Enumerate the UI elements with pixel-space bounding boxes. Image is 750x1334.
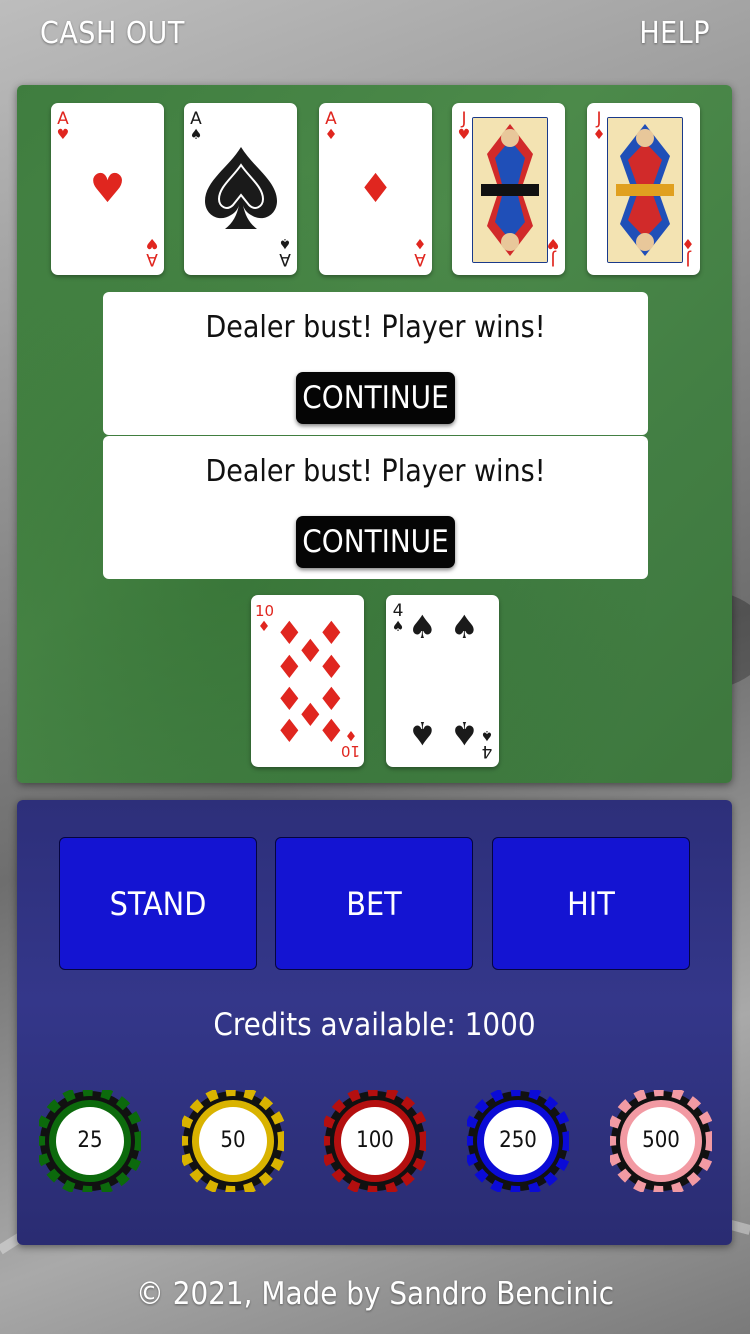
game-table: A ♥ ♥ A ♥ A ♠ A ♠ A ♦ ♦ A ♦ J ♥ J ♥ J ♦ … <box>17 85 732 783</box>
chip-value: 250 <box>484 1107 552 1175</box>
result-dialog-2: Dealer bust! Player wins! CONTINUE <box>103 436 648 579</box>
help-link[interactable]: HELP <box>639 16 710 51</box>
bet-button[interactable]: BET <box>275 837 473 970</box>
chip-value: 500 <box>627 1107 695 1175</box>
result-message: Dealer bust! Player wins! <box>205 454 546 489</box>
credits-available: Credits available: 1000 <box>213 1007 536 1043</box>
dealer-card-2: A ♠ A ♠ <box>184 103 297 275</box>
dealer-card-4: J ♥ J ♥ <box>452 103 565 275</box>
control-panel: STAND BET HIT Credits available: 1000 25… <box>17 800 732 1245</box>
result-message: Dealer bust! Player wins! <box>205 310 546 345</box>
chip-50[interactable]: 50 <box>178 1086 288 1196</box>
chip-250[interactable]: 250 <box>463 1086 573 1196</box>
continue-button[interactable]: CONTINUE <box>296 516 455 568</box>
player-card-2: 4 ♠ ♠ ♠ ♠ ♠ 4 ♠ <box>386 595 499 767</box>
dealer-card-1: A ♥ ♥ A ♥ <box>51 103 164 275</box>
continue-button[interactable]: CONTINUE <box>296 372 455 424</box>
stand-button[interactable]: STAND <box>59 837 257 970</box>
chip-500[interactable]: 500 <box>606 1086 716 1196</box>
chip-value: 100 <box>341 1107 409 1175</box>
top-bar: CASH OUT HELP <box>0 0 750 78</box>
chip-100[interactable]: 100 <box>320 1086 430 1196</box>
footer-credit: © 2021, Made by Sandro Bencinic <box>135 1276 615 1312</box>
chip-25[interactable]: 25 <box>35 1086 145 1196</box>
player-card-1: 10 ♦ ♦ ♦ ♦ ♦ ♦ ♦ ♦ ♦ ♦ ♦ 10 ♦ <box>251 595 364 767</box>
chip-value: 25 <box>56 1107 124 1175</box>
heart-icon: ♥ <box>89 166 126 212</box>
chip-value: 50 <box>199 1107 267 1175</box>
cash-out-link[interactable]: CASH OUT <box>40 16 185 51</box>
jack-face-art <box>472 117 548 263</box>
result-dialog-1: Dealer bust! Player wins! CONTINUE <box>103 292 648 435</box>
spade-icon <box>205 147 277 229</box>
diamond-icon: ♦ <box>357 166 394 212</box>
dealer-card-3: A ♦ ♦ A ♦ <box>319 103 432 275</box>
hit-button[interactable]: HIT <box>492 837 690 970</box>
dealer-card-5: J ♦ J ♦ <box>587 103 700 275</box>
jack-face-art <box>607 117 683 263</box>
